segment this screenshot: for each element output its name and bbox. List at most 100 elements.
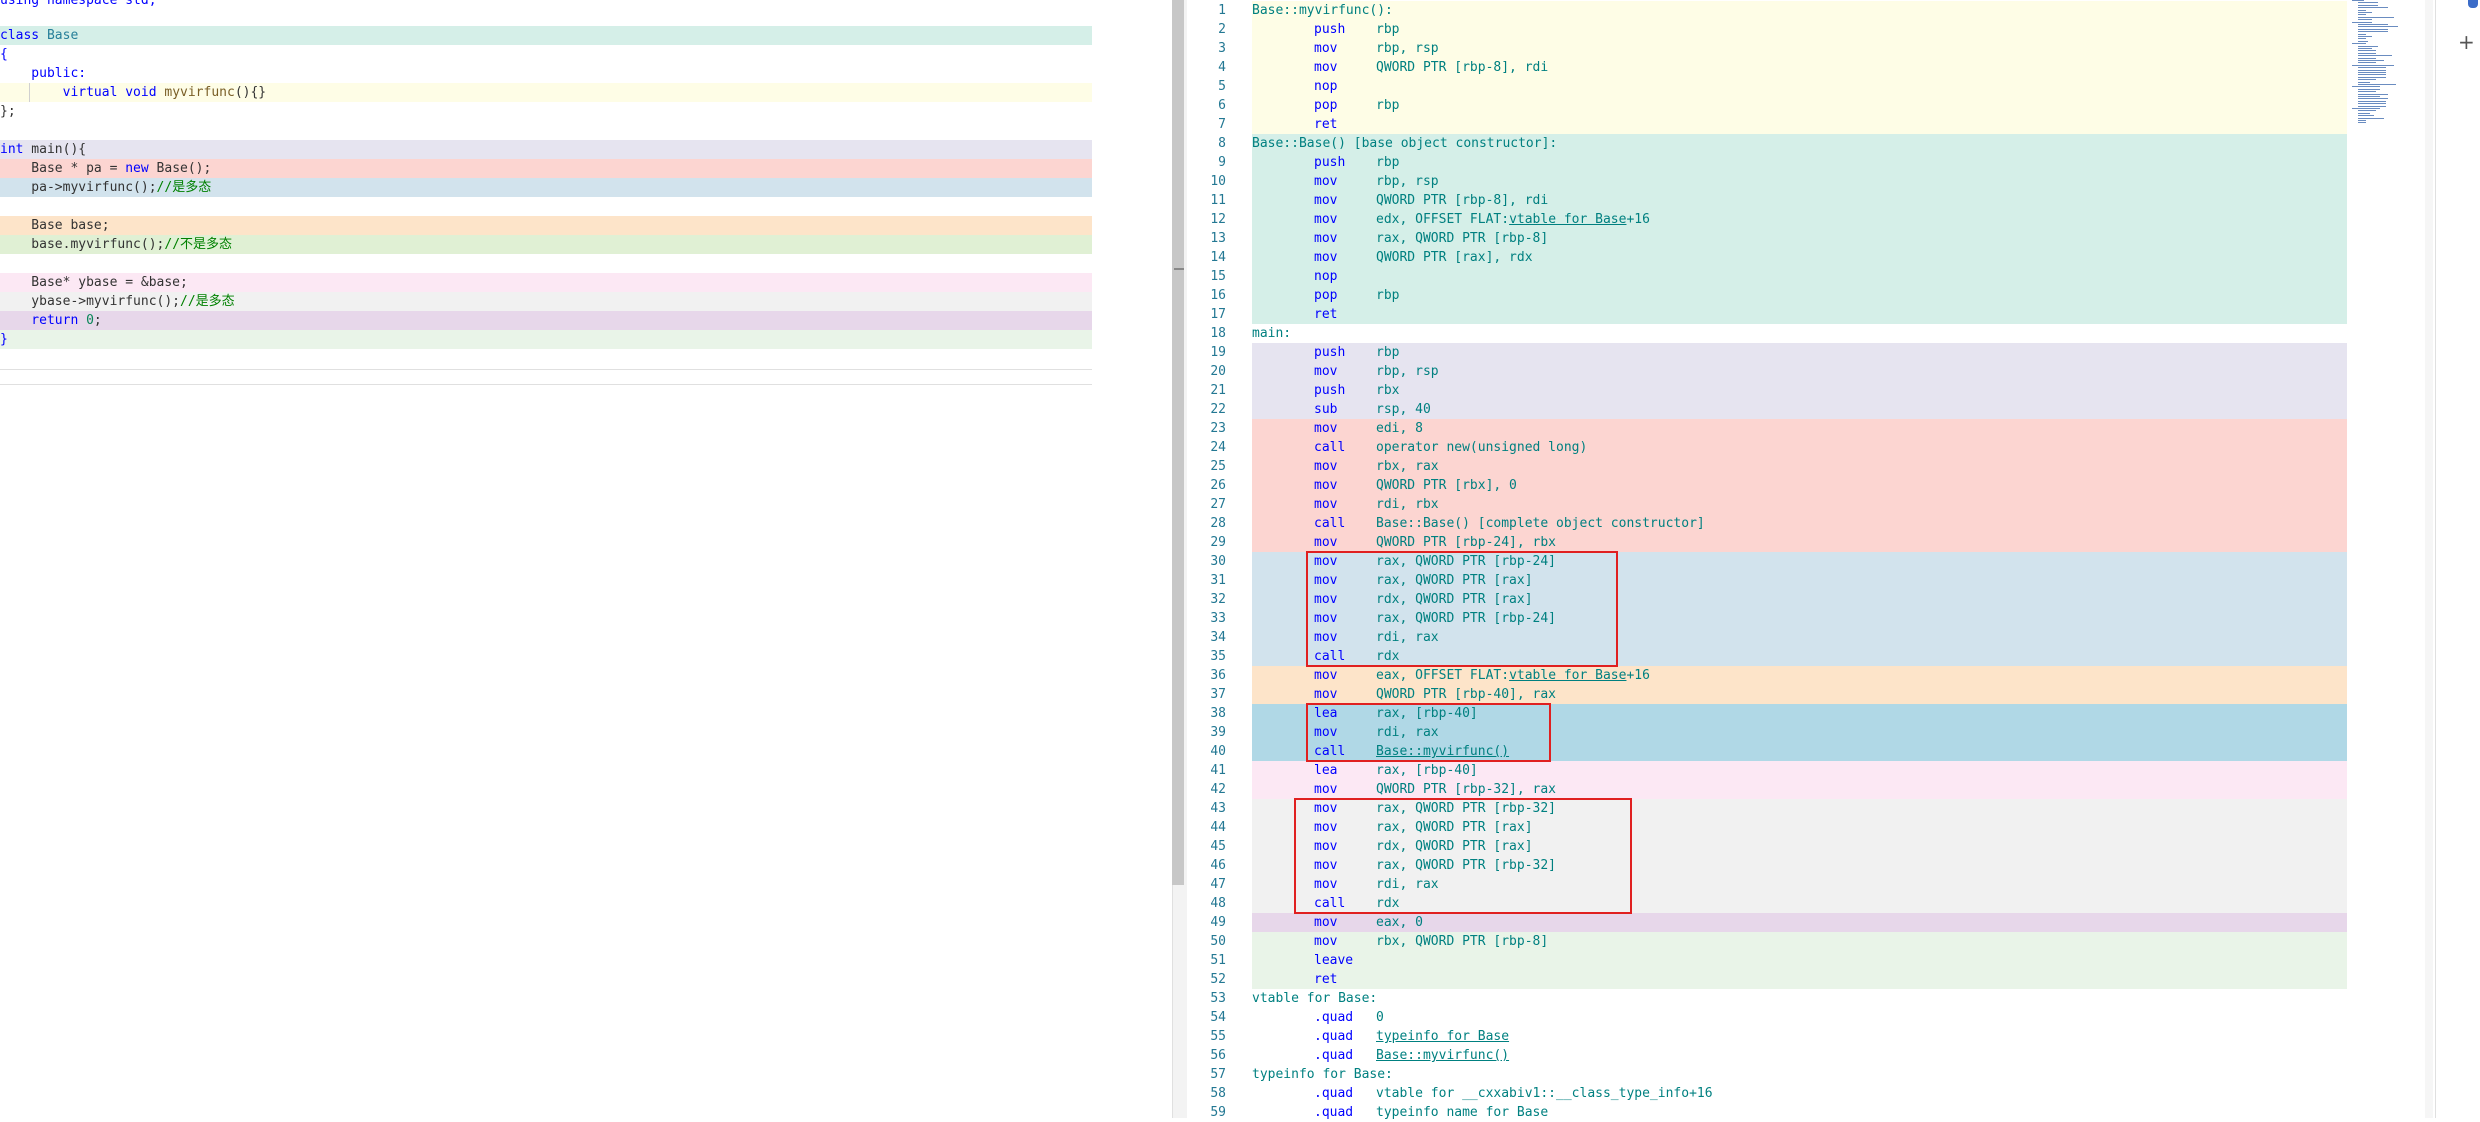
asm-label[interactable]: Base::Base() [base object constructor]: bbox=[1252, 134, 1557, 153]
asm-label[interactable]: typeinfo for Base: bbox=[1252, 1065, 1393, 1084]
asm-operands[interactable]: vtable for __cxxabiv1::__class_type_info… bbox=[1376, 1084, 1713, 1103]
asm-opcode[interactable]: nop bbox=[1314, 77, 1337, 96]
asm-opcode[interactable]: nop bbox=[1314, 267, 1337, 286]
asm-operands[interactable]: edi, 8 bbox=[1376, 419, 1423, 438]
assembly-minimap[interactable] bbox=[2352, 0, 2422, 140]
asm-operands[interactable]: typeinfo name for Base bbox=[1376, 1103, 1548, 1122]
asm-operands[interactable]: rax, [rbp-40] bbox=[1376, 761, 1478, 780]
asm-operands[interactable]: Base::Base() [complete object constructo… bbox=[1376, 514, 1705, 533]
asm-operands[interactable]: rbx, QWORD PTR [rbp-8] bbox=[1376, 932, 1548, 951]
asm-opcode[interactable]: mov bbox=[1314, 229, 1337, 248]
source-line[interactable]: } bbox=[0, 330, 1092, 349]
source-line[interactable]: Base base; bbox=[0, 216, 1092, 235]
source-line[interactable]: class Base bbox=[0, 26, 1092, 45]
source-line[interactable]: ybase->myvirfunc();//是多态 bbox=[0, 292, 1092, 311]
source-line[interactable]: Base* ybase = &base; bbox=[0, 273, 1092, 292]
asm-opcode[interactable]: mov bbox=[1314, 191, 1337, 210]
asm-opcode[interactable]: .quad bbox=[1314, 1103, 1353, 1122]
source-line[interactable]: virtual void myvirfunc(){} bbox=[0, 83, 1092, 102]
asm-operands[interactable]: 0 bbox=[1376, 1008, 1384, 1027]
source-line[interactable]: public: bbox=[0, 64, 1092, 83]
asm-opcode[interactable]: .quad bbox=[1314, 1027, 1353, 1046]
asm-operands[interactable]: QWORD PTR [rbx], 0 bbox=[1376, 476, 1517, 495]
asm-opcode[interactable]: mov bbox=[1314, 495, 1337, 514]
asm-opcode[interactable]: mov bbox=[1314, 210, 1337, 229]
source-line[interactable]: Base * pa = new Base(); bbox=[0, 159, 1092, 178]
asm-opcode[interactable]: .quad bbox=[1314, 1008, 1353, 1027]
asm-operands[interactable]: rbp, rsp bbox=[1376, 39, 1439, 58]
asm-symbol-link[interactable]: vtable for Base bbox=[1509, 668, 1626, 683]
asm-label[interactable]: vtable for Base: bbox=[1252, 989, 1377, 1008]
asm-operands[interactable]: rbp bbox=[1376, 153, 1399, 172]
asm-opcode[interactable]: mov bbox=[1314, 666, 1337, 685]
asm-symbol-link[interactable]: Base::myvirfunc() bbox=[1376, 1048, 1509, 1063]
asm-operands[interactable]: QWORD PTR [rbp-40], rax bbox=[1376, 685, 1556, 704]
asm-operands[interactable]: rbp bbox=[1376, 20, 1399, 39]
asm-label[interactable]: Base::myvirfunc(): bbox=[1252, 1, 1393, 20]
asm-opcode[interactable]: push bbox=[1314, 343, 1345, 362]
asm-opcode[interactable]: ret bbox=[1314, 970, 1337, 989]
asm-opcode[interactable]: mov bbox=[1314, 248, 1337, 267]
asm-operands[interactable]: rbp bbox=[1376, 343, 1399, 362]
asm-symbol-link[interactable]: typeinfo for Base bbox=[1376, 1029, 1509, 1044]
asm-opcode[interactable]: ret bbox=[1314, 115, 1337, 134]
asm-opcode[interactable]: mov bbox=[1314, 476, 1337, 495]
source-line[interactable]: base.myvirfunc();//不是多态 bbox=[0, 235, 1092, 254]
asm-operands[interactable]: Base::myvirfunc() bbox=[1376, 1046, 1509, 1065]
asm-opcode[interactable]: mov bbox=[1314, 780, 1337, 799]
assembly-scrollbar[interactable] bbox=[2425, 0, 2433, 1118]
asm-opcode[interactable]: mov bbox=[1314, 419, 1337, 438]
asm-operands[interactable]: rbx, rax bbox=[1376, 457, 1439, 476]
asm-opcode[interactable]: pop bbox=[1314, 96, 1337, 115]
asm-opcode[interactable]: call bbox=[1314, 438, 1345, 457]
asm-operands[interactable]: rbp bbox=[1376, 96, 1399, 115]
asm-operands[interactable]: rbp, rsp bbox=[1376, 172, 1439, 191]
asm-operands[interactable]: rbp, rsp bbox=[1376, 362, 1439, 381]
asm-operands[interactable]: rbp bbox=[1376, 286, 1399, 305]
asm-opcode[interactable]: push bbox=[1314, 153, 1345, 172]
plus-icon[interactable]: + bbox=[2458, 30, 2475, 54]
asm-opcode[interactable]: mov bbox=[1314, 58, 1337, 77]
asm-opcode[interactable]: pop bbox=[1314, 286, 1337, 305]
asm-opcode[interactable]: mov bbox=[1314, 533, 1337, 552]
asm-operands[interactable]: rax, QWORD PTR [rbp-8] bbox=[1376, 229, 1548, 248]
asm-opcode[interactable]: leave bbox=[1314, 951, 1353, 970]
asm-opcode[interactable]: mov bbox=[1314, 362, 1337, 381]
asm-operands[interactable]: eax, 0 bbox=[1376, 913, 1423, 932]
source-minimap[interactable] bbox=[1100, 0, 1140, 12]
asm-opcode[interactable]: sub bbox=[1314, 400, 1337, 419]
asm-operands[interactable]: QWORD PTR [rax], rdx bbox=[1376, 248, 1533, 267]
asm-operands[interactable]: QWORD PTR [rbp-32], rax bbox=[1376, 780, 1556, 799]
asm-operands[interactable]: QWORD PTR [rbp-8], rdi bbox=[1376, 58, 1548, 77]
asm-operands[interactable]: operator new(unsigned long) bbox=[1376, 438, 1587, 457]
source-line[interactable]: }; bbox=[0, 102, 1092, 121]
asm-operands[interactable]: rdi, rbx bbox=[1376, 495, 1439, 514]
asm-opcode[interactable]: mov bbox=[1314, 913, 1337, 932]
asm-operands[interactable]: edx, OFFSET FLAT:vtable for Base+16 bbox=[1376, 210, 1650, 229]
asm-operands[interactable]: QWORD PTR [rbp-24], rbx bbox=[1376, 533, 1556, 552]
asm-operands[interactable]: rbx bbox=[1376, 381, 1399, 400]
asm-symbol-link[interactable]: vtable for Base bbox=[1509, 212, 1626, 227]
asm-operands[interactable]: QWORD PTR [rbp-8], rdi bbox=[1376, 191, 1548, 210]
asm-opcode[interactable]: .quad bbox=[1314, 1046, 1353, 1065]
source-line[interactable]: return 0; bbox=[0, 311, 1092, 330]
asm-opcode[interactable]: .quad bbox=[1314, 1084, 1353, 1103]
asm-opcode[interactable]: call bbox=[1314, 514, 1345, 533]
asm-opcode[interactable]: mov bbox=[1314, 457, 1337, 476]
asm-operands[interactable]: typeinfo for Base bbox=[1376, 1027, 1509, 1046]
asm-operands[interactable]: eax, OFFSET FLAT:vtable for Base+16 bbox=[1376, 666, 1650, 685]
asm-opcode[interactable]: push bbox=[1314, 20, 1345, 39]
source-line[interactable]: { bbox=[0, 45, 1092, 64]
asm-opcode[interactable]: ret bbox=[1314, 305, 1337, 324]
source-line[interactable]: int main(){ bbox=[0, 140, 1092, 159]
asm-opcode[interactable]: mov bbox=[1314, 39, 1337, 58]
source-line[interactable]: using namespace std; bbox=[0, 0, 1092, 10]
source-line[interactable]: pa->myvirfunc();//是多态 bbox=[0, 178, 1092, 197]
asm-opcode[interactable]: lea bbox=[1314, 761, 1337, 780]
asm-label[interactable]: main: bbox=[1252, 324, 1291, 343]
asm-opcode[interactable]: mov bbox=[1314, 685, 1337, 704]
asm-opcode[interactable]: push bbox=[1314, 381, 1345, 400]
asm-operands[interactable]: rsp, 40 bbox=[1376, 400, 1431, 419]
asm-opcode[interactable]: mov bbox=[1314, 172, 1337, 191]
asm-opcode[interactable]: mov bbox=[1314, 932, 1337, 951]
